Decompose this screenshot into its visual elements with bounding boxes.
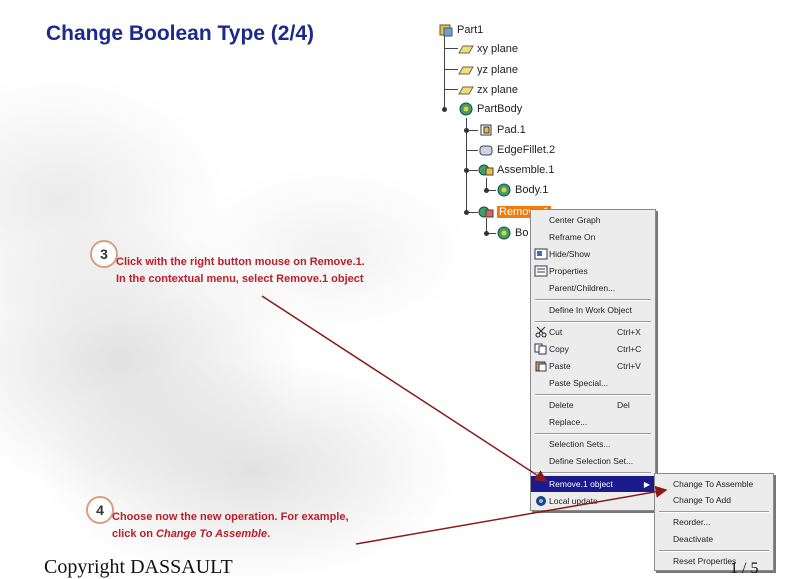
copyright-footer: Copyright DASSAULT — [44, 556, 233, 578]
callout-arrows — [261, 295, 668, 545]
step-3-arrow — [261, 295, 548, 482]
page-number: 1 / 5 — [730, 560, 759, 577]
step-4-arrow — [355, 485, 668, 545]
